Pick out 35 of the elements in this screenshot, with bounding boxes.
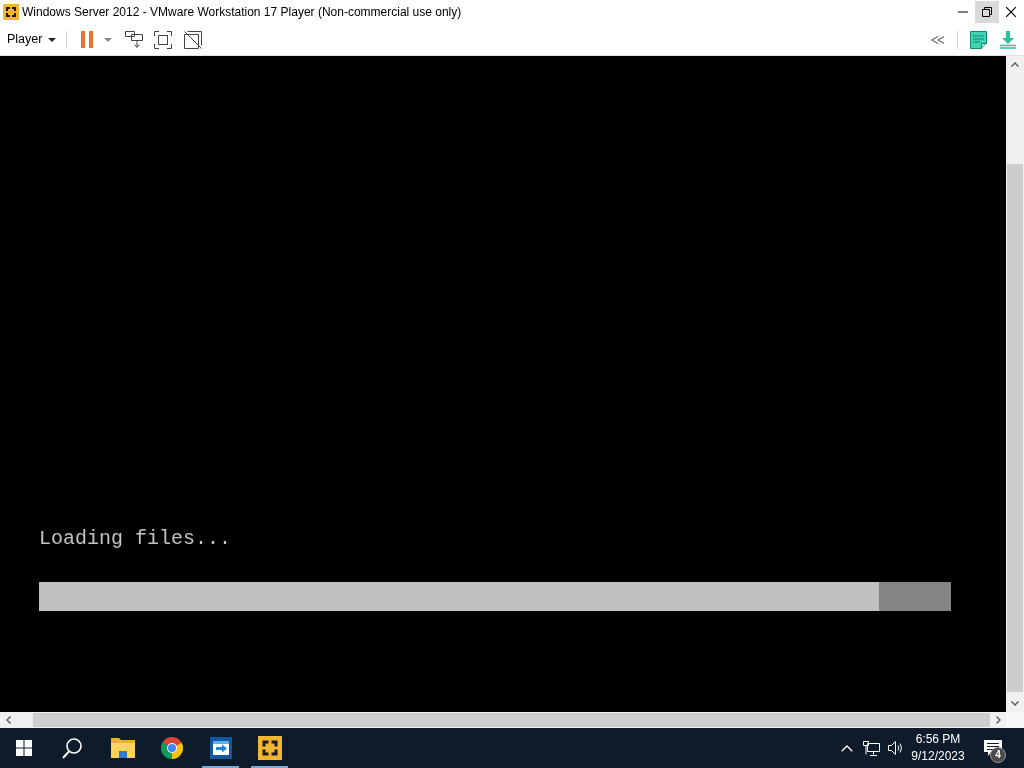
speaker-icon — [887, 741, 903, 755]
monitor-arrow-icon — [125, 31, 144, 48]
minimize-icon — [958, 11, 968, 13]
app-logo-icon — [257, 736, 282, 760]
pause-icon — [81, 31, 94, 48]
loading-message: Loading files... — [39, 527, 233, 551]
notification-count: 4 — [990, 747, 1006, 763]
notifications-button[interactable]: 4 — [975, 728, 1011, 768]
start-icon — [16, 740, 32, 756]
scrollbar-thumb[interactable] — [33, 713, 990, 727]
chevron-left-icon — [6, 716, 11, 724]
caret-icon — [48, 37, 57, 42]
double-chevron-icon — [931, 35, 945, 44]
clock-date: 9/12/2023 — [911, 748, 965, 765]
restore-button[interactable] — [975, 1, 999, 23]
browser-logo-icon — [160, 737, 183, 759]
player-menu-button[interactable]: Player — [0, 26, 62, 53]
clock-button[interactable]: 6:56 PM 9/12/2023 — [907, 728, 969, 768]
network-icon — [862, 740, 880, 756]
restore-icon — [982, 7, 992, 17]
window-title: Windows Server 2012 - VMware Workstation 17 Player (Non-commercial use only) — [22, 4, 462, 20]
caret-icon — [104, 37, 113, 42]
app-logo-icon — [3, 4, 19, 20]
scrollbar-thumb[interactable] — [1007, 164, 1023, 692]
search-icon — [62, 737, 82, 759]
chevron-up-icon — [841, 744, 853, 752]
fullscreen-icon — [154, 30, 173, 49]
chevron-right-icon — [995, 716, 1001, 724]
clock-time: 6:56 PM — [915, 731, 961, 748]
note-icon — [969, 30, 987, 49]
chevron-up-icon — [1011, 62, 1019, 67]
folder-icon — [110, 738, 135, 758]
download-icon — [1000, 30, 1016, 49]
chevron-down-icon — [1011, 701, 1019, 706]
close-icon — [1006, 7, 1016, 17]
